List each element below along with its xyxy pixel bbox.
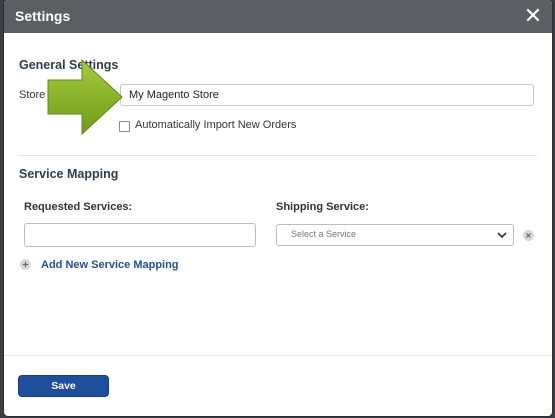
store-name-input[interactable]: My Magento Store	[120, 84, 534, 106]
section-divider	[19, 155, 537, 156]
shipping-service-placeholder: Select a Service	[291, 229, 357, 239]
shipping-service-select[interactable]: Select a Service	[276, 224, 514, 246]
close-icon[interactable]: ✕	[522, 5, 544, 27]
requested-service-input[interactable]	[24, 223, 256, 247]
store-label: Store	[19, 89, 46, 101]
shipping-service-label: Shipping Service:	[276, 201, 369, 213]
dialog-header: Settings ✕	[4, 0, 552, 33]
plus-icon[interactable]	[20, 259, 31, 270]
chevron-down-icon	[497, 232, 507, 239]
settings-dialog: Settings ✕ General Settings Store My Mag…	[4, 0, 552, 416]
remove-mapping-icon[interactable]	[523, 230, 534, 241]
auto-import-label: Automatically Import New Orders	[135, 119, 297, 131]
pointer-arrow-icon	[47, 58, 123, 136]
add-service-mapping-link[interactable]: Add New Service Mapping	[41, 259, 179, 271]
save-button[interactable]: Save	[18, 375, 109, 397]
footer-divider	[4, 355, 552, 356]
dialog-title: Settings	[15, 8, 71, 24]
requested-services-label: Requested Services:	[24, 201, 133, 213]
service-mapping-heading: Service Mapping	[19, 167, 119, 181]
